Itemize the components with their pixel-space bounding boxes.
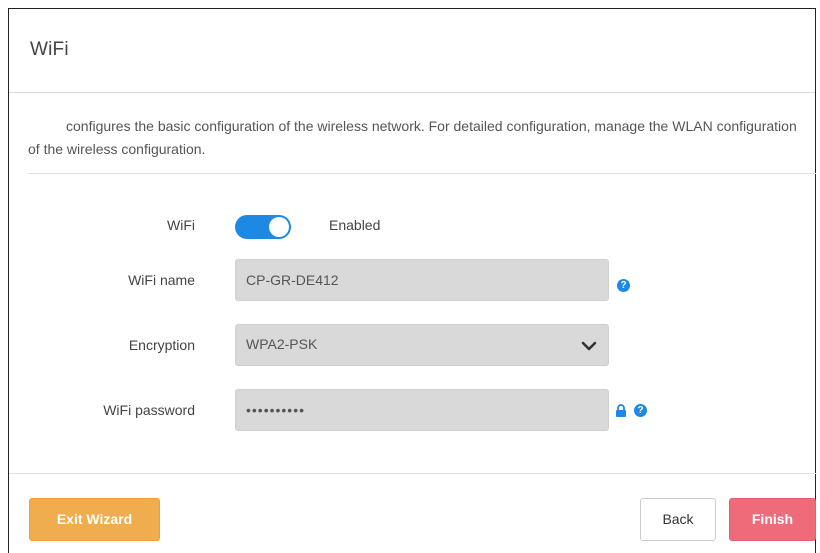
wifi-name-help-icon[interactable]: ? — [617, 279, 630, 292]
toggle-knob — [269, 217, 289, 237]
wifi-toggle-label: WiFi — [167, 217, 195, 233]
finish-button[interactable]: Finish — [729, 498, 816, 541]
content-divider — [28, 173, 816, 174]
encryption-select[interactable]: WPA2-PSK — [235, 324, 609, 366]
exit-wizard-button[interactable]: Exit Wizard — [29, 498, 160, 541]
dialog-header — [9, 9, 815, 93]
wifi-name-label: WiFi name — [128, 272, 195, 288]
lock-icon[interactable] — [615, 404, 627, 417]
footer-divider — [9, 473, 817, 474]
chevron-down-icon — [581, 341, 597, 351]
wifi-password-input[interactable] — [235, 389, 609, 431]
wifi-toggle[interactable] — [235, 215, 291, 239]
dialog-title: WiFi — [30, 39, 69, 60]
wifi-wizard-dialog: WiFi configures the basic configuration … — [8, 8, 817, 553]
encryption-label: Encryption — [128, 337, 195, 353]
wifi-password-label: WiFi password — [103, 402, 195, 418]
encryption-selected-value: WPA2-PSK — [246, 336, 318, 352]
wifi-name-input[interactable] — [235, 259, 609, 301]
wifi-toggle-status: Enabled — [329, 217, 381, 233]
description-text: configures the basic configuration of th… — [28, 118, 797, 157]
back-button[interactable]: Back — [640, 498, 716, 541]
wifi-password-help-icon[interactable]: ? — [634, 404, 647, 417]
